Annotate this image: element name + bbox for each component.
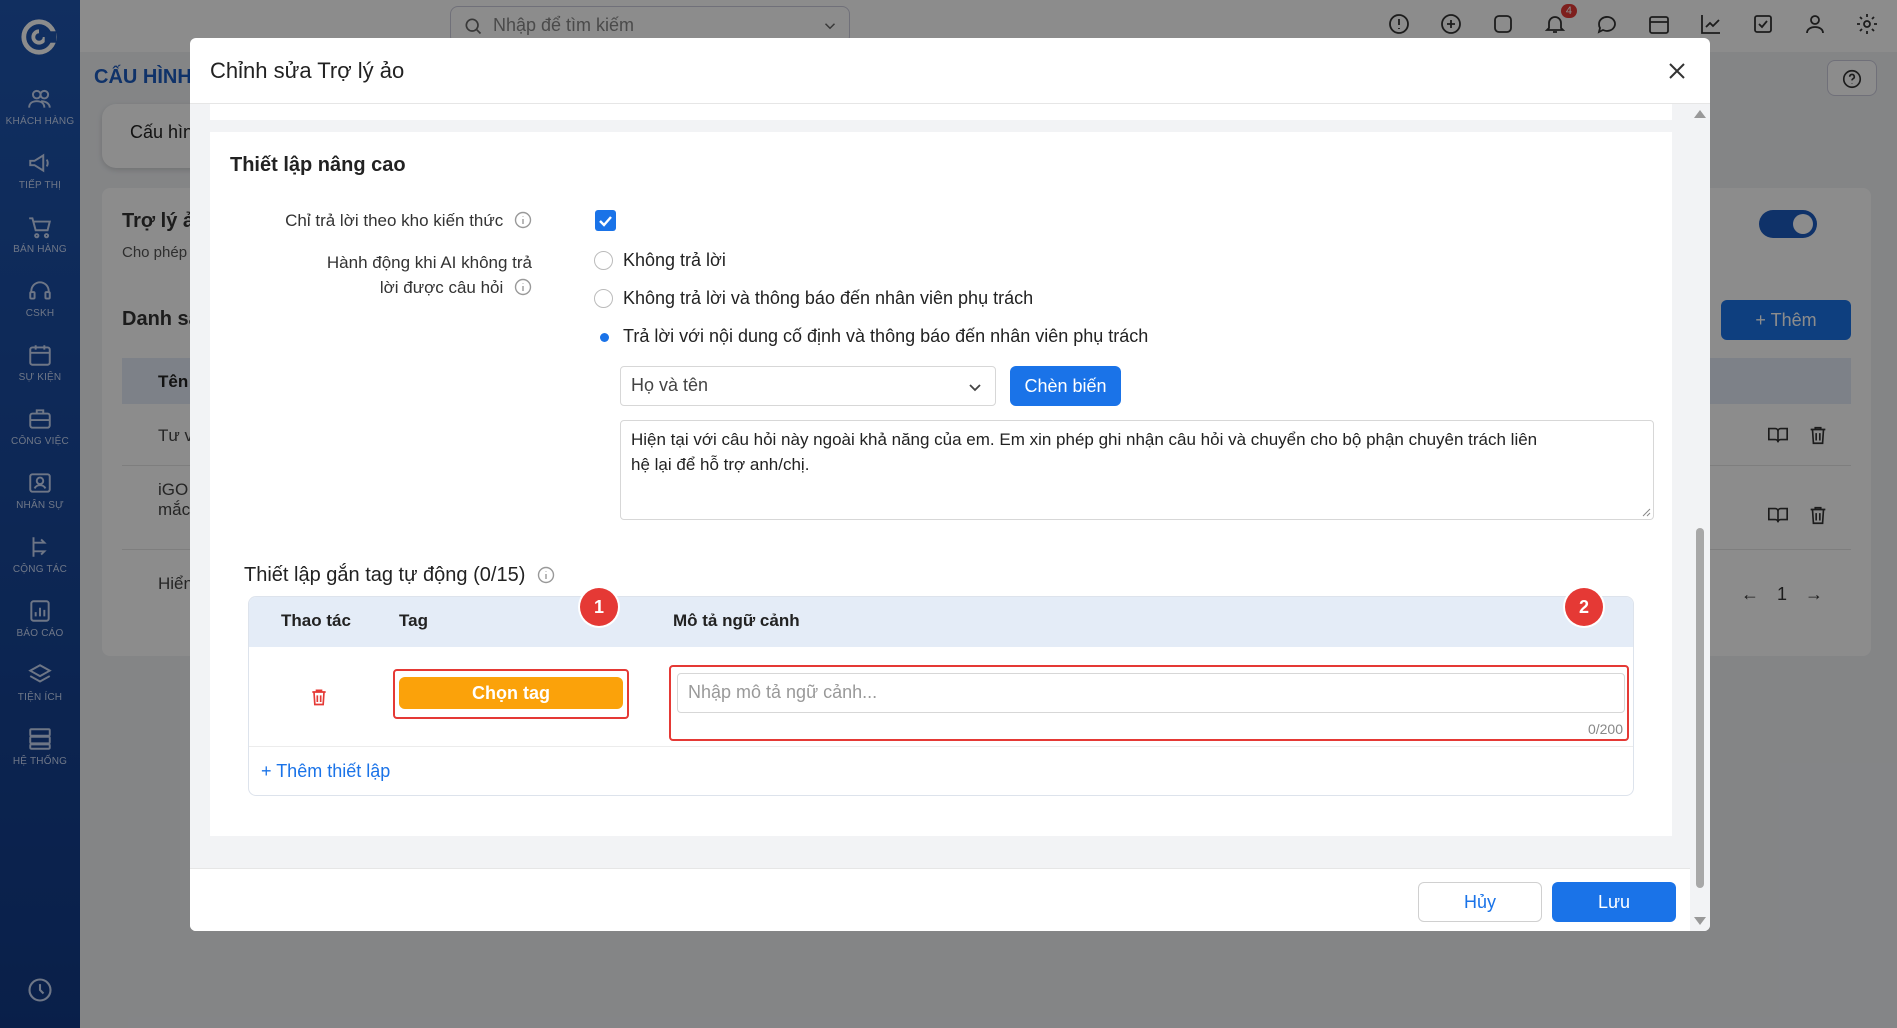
tag-section-title-text: Thiết lập gắn tag tự động (0/15) — [244, 564, 526, 586]
scroll-thumb[interactable] — [1696, 528, 1704, 888]
context-desc-placeholder: Nhập mô tả ngữ cảnh... — [688, 682, 878, 702]
info-icon[interactable] — [514, 211, 532, 229]
edit-assistant-modal: Chỉnh sửa Trợ lý ảo Thiết lập nâng cao C… — [190, 38, 1710, 931]
info-icon[interactable] — [514, 278, 532, 296]
table-row: Chọn tag Nhập mô tả ngữ cảnh... 0/200 — [249, 647, 1633, 747]
insert-variable-button[interactable]: Chèn biến — [1010, 366, 1121, 406]
variable-select[interactable]: Họ và tên — [620, 366, 996, 406]
modal-scrollbar[interactable] — [1690, 104, 1710, 931]
modal-header: Chỉnh sửa Trợ lý ảo — [190, 38, 1710, 104]
trash-icon[interactable] — [309, 687, 329, 707]
radio-button[interactable] — [594, 251, 613, 270]
fallback-label: Hành động khi AI không trả lời được câu … — [327, 250, 532, 300]
previous-section-edge — [210, 104, 1672, 120]
option-label: Trả lời với nội dung cố định và thông bá… — [623, 326, 1149, 346]
close-icon[interactable] — [1668, 62, 1686, 80]
choose-tag-button[interactable]: Chọn tag — [399, 677, 623, 709]
callout-badge-2: 2 — [1565, 588, 1603, 626]
modal-footer: Hủy Lưu — [190, 868, 1690, 931]
option-label: Không trả lời — [623, 250, 726, 270]
advanced-settings-section: Thiết lập nâng cao Chỉ trả lời theo kho … — [210, 132, 1672, 836]
kb-only-label: Chỉ trả lời theo kho kiến thức — [285, 208, 532, 233]
modal-body: Thiết lập nâng cao Chỉ trả lời theo kho … — [190, 104, 1710, 908]
char-counter: 0/200 — [1587, 721, 1623, 737]
chevron-down-icon — [969, 384, 981, 392]
save-button[interactable]: Lưu — [1552, 882, 1676, 922]
option-no-reply[interactable]: Không trả lời — [594, 250, 726, 271]
radio-button[interactable] — [594, 289, 613, 308]
tag-table-header: Thao tác Tag Mô tả ngữ cảnh — [249, 597, 1633, 647]
kb-only-text: Chỉ trả lời theo kho kiến thức — [285, 211, 504, 230]
col-tag: Tag — [399, 611, 428, 630]
scroll-down-arrow[interactable] — [1694, 917, 1706, 925]
col-action: Thao tác — [281, 611, 351, 630]
context-desc-input[interactable]: Nhập mô tả ngữ cảnh... — [677, 673, 1625, 713]
choose-tag-highlight: Chọn tag — [393, 669, 629, 719]
cancel-button[interactable]: Hủy — [1418, 882, 1542, 922]
add-setting-link[interactable]: + Thêm thiết lập — [261, 761, 390, 782]
kb-only-checkbox[interactable] — [595, 210, 616, 231]
fallback-label-line2: lời được câu hỏi — [379, 278, 504, 297]
modal-title: Chỉnh sửa Trợ lý ảo — [210, 58, 405, 83]
col-desc: Mô tả ngữ cảnh — [673, 611, 800, 630]
option-fixed-reply-notify[interactable]: Trả lời với nội dung cố định và thông bá… — [594, 326, 1148, 347]
callout-badge-1: 1 — [580, 588, 618, 626]
option-no-reply-notify[interactable]: Không trả lời và thông báo đến nhân viên… — [594, 288, 1033, 309]
scroll-up-arrow[interactable] — [1694, 110, 1706, 118]
checkmark-icon — [599, 216, 612, 227]
fixed-reply-line2: hệ lại để hỗ trợ anh/chị. — [631, 455, 810, 474]
resize-handle-icon[interactable] — [1642, 508, 1651, 517]
tag-section-title: Thiết lập gắn tag tự động (0/15) — [244, 564, 555, 587]
fixed-reply-textarea[interactable]: Hiện tại với câu hỏi này ngoài khả năng … — [620, 420, 1654, 520]
section-title: Thiết lập nâng cao — [230, 154, 406, 176]
option-label: Không trả lời và thông báo đến nhân viên… — [623, 288, 1034, 308]
variable-select-value: Họ và tên — [631, 375, 709, 395]
fallback-label-line1: Hành động khi AI không trả — [326, 253, 532, 272]
radio-button-selected[interactable] — [594, 327, 613, 346]
auto-tag-table: Thao tác Tag Mô tả ngữ cảnh Chọn tag Nhậ… — [248, 596, 1634, 796]
info-icon[interactable] — [537, 566, 555, 584]
context-desc-highlight: Nhập mô tả ngữ cảnh... 0/200 — [669, 665, 1629, 741]
add-setting-label: Thêm thiết lập — [276, 761, 391, 781]
fixed-reply-line1: Hiện tại với câu hỏi này ngoài khả năng … — [631, 430, 1538, 449]
